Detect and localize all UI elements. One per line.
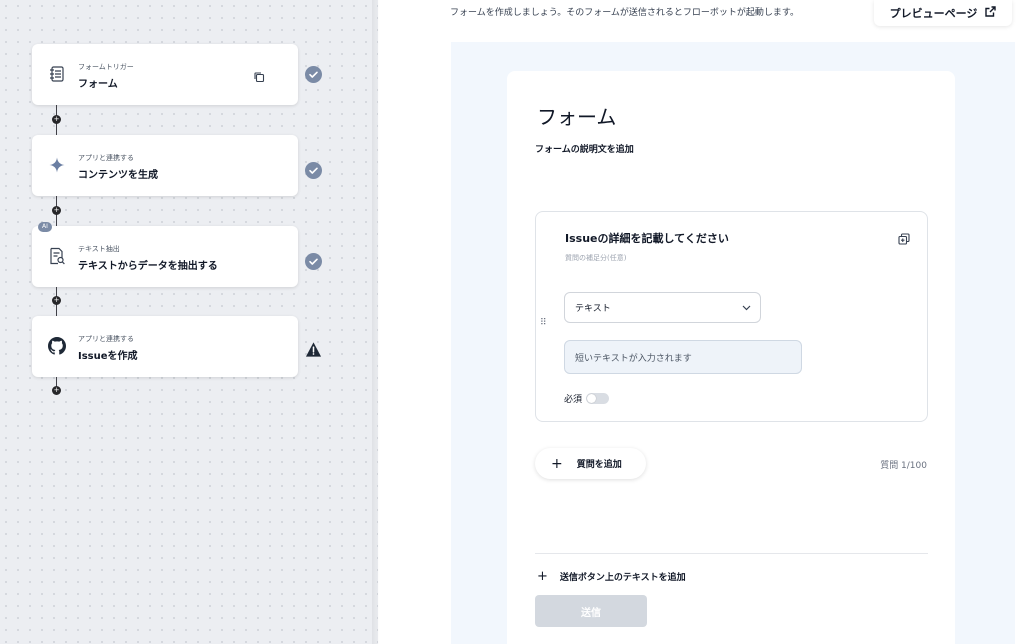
add-step-dot[interactable]: + — [52, 386, 61, 395]
add-question-button[interactable]: + 質問を追加 — [535, 448, 646, 479]
github-icon — [47, 336, 67, 356]
question-type-select[interactable]: テキスト — [564, 292, 761, 323]
add-step-dot[interactable]: + — [52, 206, 61, 215]
plus-icon: + — [537, 569, 548, 584]
flow-node-form-trigger[interactable]: フォームトリガー フォーム — [32, 44, 298, 105]
answer-preview-field: 短いテキストが入力されます — [564, 340, 802, 374]
form-icon — [47, 64, 67, 84]
question-count: 質問 1/100 — [880, 461, 927, 471]
document-search-icon — [47, 246, 67, 266]
duplicate-icon[interactable] — [898, 230, 910, 245]
question-type-value: テキスト — [575, 304, 611, 314]
submit-button: 送信 — [535, 595, 647, 627]
flow-node-extract-text[interactable]: AI テキスト抽出 テキストからデータを抽出する — [32, 222, 298, 287]
required-toggle[interactable] — [586, 393, 610, 404]
answer-placeholder: 短いテキストが入力されます — [575, 353, 692, 364]
intro-text: フォームを作成しましょう。そのフォームが送信されるとフローボットが起動します。 — [450, 8, 800, 18]
divider — [535, 553, 928, 554]
external-link-icon — [985, 6, 997, 20]
preview-label: プレビューページ — [889, 7, 978, 20]
preview-page-button[interactable]: プレビューページ — [874, 0, 1012, 26]
node-title: Issueを作成 — [78, 351, 138, 362]
form-description-input[interactable]: フォームの説明文を追加 — [535, 142, 634, 155]
flow-canvas[interactable]: フォームトリガー フォーム + アプリと連携する コンテンツを生成 + AI テ… — [0, 0, 378, 644]
question-title-input[interactable]: Issueの詳細を記載してください — [565, 230, 729, 246]
flow-node-generate-content[interactable]: アプリと連携する コンテンツを生成 — [32, 135, 298, 196]
add-submit-text-label: 送信ボタン上のテキストを追加 — [559, 573, 686, 583]
add-question-label: 質問を追加 — [576, 460, 622, 470]
copy-icon[interactable] — [253, 68, 265, 83]
ai-badge: AI — [38, 222, 52, 232]
warning-status-icon — [305, 341, 322, 358]
node-title: コンテンツを生成 — [78, 170, 158, 181]
form-editor-pane: フォームを作成しましょう。そのフォームが送信されるとフローボットが起動します。 … — [380, 0, 1024, 644]
question-card[interactable]: ⠿ Issueの詳細を記載してください 質問の補足分(任意) テキスト 短いテキ… — [535, 211, 928, 422]
pane-divider — [372, 0, 380, 644]
submit-label: 送信 — [581, 607, 601, 619]
add-step-dot[interactable]: + — [52, 296, 61, 305]
drag-handle-icon[interactable]: ⠿ — [540, 319, 547, 328]
form-title[interactable]: フォーム — [537, 101, 616, 130]
node-title: テキストからデータを抽出する — [78, 261, 218, 272]
form-card: フォーム フォームの説明文を追加 ⠿ Issueの詳細を記載してください 質問の… — [507, 71, 955, 644]
node-title: フォーム — [78, 79, 118, 90]
node-subtitle: アプリと連携する — [78, 335, 134, 343]
check-status-icon — [305, 162, 322, 179]
required-row: 必須 — [564, 392, 610, 405]
required-label: 必須 — [564, 395, 583, 405]
flow-node-create-issue[interactable]: アプリと連携する Issueを作成 — [32, 316, 298, 377]
chevron-down-icon — [742, 304, 751, 314]
plus-icon: + — [551, 455, 563, 472]
node-subtitle: アプリと連携する — [78, 154, 134, 162]
check-status-icon — [305, 66, 322, 83]
add-step-dot[interactable]: + — [52, 115, 61, 124]
form-preview-area: フォーム フォームの説明文を追加 ⠿ Issueの詳細を記載してください 質問の… — [451, 42, 1015, 644]
add-submit-text-button[interactable]: + 送信ボタン上のテキストを追加 — [537, 569, 686, 584]
question-description-input[interactable]: 質問の補足分(任意) — [565, 253, 626, 263]
node-subtitle: テキスト抽出 — [78, 245, 120, 253]
sparkle-icon — [47, 155, 67, 175]
check-status-icon — [305, 253, 322, 270]
node-subtitle: フォームトリガー — [78, 63, 134, 71]
